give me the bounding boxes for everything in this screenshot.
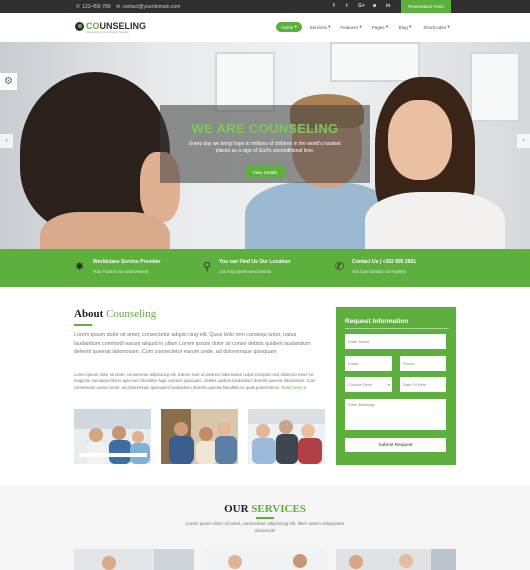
logo-tagline: Counseling & Psychotherapy Template [86, 31, 129, 34]
email-text: contact@yourdomain.com [122, 4, 181, 10]
dob-field[interactable]: Date Of Birth [400, 377, 446, 392]
phone-icon: ✆ [335, 261, 345, 273]
logo[interactable]: COUNSELING [75, 21, 146, 31]
background-window [470, 52, 520, 122]
feature-title: You can Find Us Our Location [219, 259, 291, 265]
nav-services[interactable]: Services ▾ [305, 22, 335, 32]
name-field[interactable]: Enter Name [345, 334, 446, 349]
service-image-1 [74, 549, 194, 570]
linkedin-icon[interactable]: in [386, 3, 390, 9]
background-window [215, 52, 275, 112]
feature-subtitle: 121 King street west toronto [219, 269, 272, 274]
instagram-icon[interactable]: ◙ [373, 3, 376, 9]
slider-prev-arrow-icon[interactable]: ‹ [0, 134, 13, 148]
hero-photo-woman-shoulder [40, 212, 170, 249]
email-contact[interactable]: ✉ contact@yourdomain.com [116, 4, 180, 10]
about-image-2 [161, 409, 238, 464]
nav-shortcodes[interactable]: Shortcodes ▾ [419, 22, 454, 32]
about-title: About Counseling [74, 308, 157, 320]
badge-icon: ✸ [75, 261, 85, 273]
request-info-form: Request Information Enter Name Email Pho… [336, 307, 456, 465]
facebook-icon[interactable]: f [333, 3, 335, 9]
logo-name: COUNSELING [86, 21, 147, 31]
hero-photo-woman2-shirt [365, 192, 505, 249]
twitter-icon[interactable]: t [346, 3, 348, 9]
submit-request-button[interactable]: Submit Request [345, 438, 446, 452]
google-plus-icon[interactable]: G+ [358, 3, 365, 9]
nav-features[interactable]: Features ▾ [337, 22, 365, 32]
chevron-down-icon: ▾ [387, 382, 390, 387]
reservation-form-button[interactable]: Reservation Form [401, 0, 451, 13]
top-bar: ✆ 123-456-789 ✉ contact@yourdomain.com f… [0, 0, 530, 13]
hero-slider: WE ARE COUNSELING Every day we bring hop… [0, 42, 530, 249]
service-select[interactable]: Choose Servi ▾ [345, 377, 392, 392]
nav-pages[interactable]: Pages ▾ [369, 22, 391, 32]
hero-title: WE ARE COUNSELING [191, 121, 339, 136]
title-underline [256, 517, 274, 519]
nav-blog[interactable]: Blog ▾ [395, 22, 415, 32]
phone-text: 123-456-789 [82, 4, 111, 10]
view-details-button[interactable]: View Details [245, 166, 285, 178]
email-field[interactable]: Email [345, 356, 392, 371]
form-title: Request Information [345, 318, 409, 325]
logo-icon [75, 21, 84, 31]
feature-title: Worldclass Service Provider [93, 259, 161, 265]
phone-field[interactable]: Phone [400, 356, 446, 371]
slider-next-arrow-icon[interactable]: › [517, 134, 530, 148]
services-title: OUR SERVICES [224, 503, 306, 515]
hero-text: Every day we bring hope to millions of c… [189, 141, 341, 154]
gear-icon[interactable]: ⚙ [0, 73, 17, 90]
feature-subtitle: You Can Contact Us Anytime [352, 269, 406, 274]
mail-icon: ✉ [116, 4, 121, 10]
map-pin-icon: ⚲ [203, 261, 212, 273]
feature-strip: ✸ Worldclass Service Provider Your Trust… [0, 249, 530, 287]
header: COUNSELING Counseling & Psychotherapy Te… [0, 13, 530, 42]
phone-contact[interactable]: ✆ 123-456-789 [76, 4, 111, 10]
about-image-1 [74, 409, 151, 464]
read-more-link[interactable]: Read more ⊕ [281, 385, 306, 390]
message-field[interactable]: Enter Message [345, 399, 446, 430]
phone-icon: ✆ [76, 4, 81, 10]
title-underline [74, 324, 92, 326]
service-image-3 [336, 549, 456, 570]
service-image-2 [205, 549, 325, 570]
about-lead-text: Lorem ipsum dolor sit amet, consectetur … [74, 332, 311, 355]
feature-title: Contact Us | +262 695 2601 [352, 259, 417, 265]
about-image-3 [248, 409, 325, 464]
feature-subtitle: Your Trust is our achievement [93, 269, 149, 274]
form-divider [345, 328, 449, 329]
background-window [330, 42, 420, 82]
services-subtitle: Lorem ipsum dolor sit amet, consectetur … [185, 521, 345, 533]
nav-home[interactable]: Home ▾ [276, 22, 302, 32]
about-body-text: Lorem ipsum dolor sit amet, consectetur … [74, 372, 316, 390]
hero-photo-woman2-face [388, 100, 452, 180]
